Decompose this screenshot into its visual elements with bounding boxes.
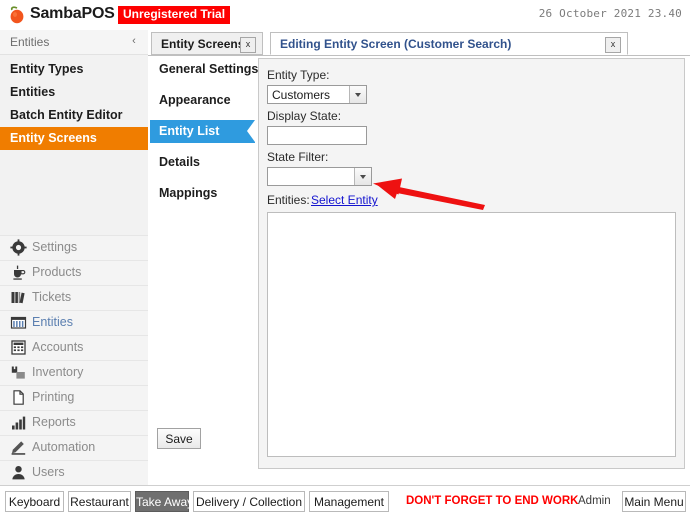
module-label: Settings xyxy=(32,240,78,254)
entities-listbox[interactable] xyxy=(267,212,676,457)
trial-badge: Unregistered Trial xyxy=(118,6,231,24)
work-period-warning: DON'T FORGET TO END WORK PERIOD xyxy=(406,495,578,507)
module-label: Tickets xyxy=(32,290,72,304)
tab-label: Entity Screens xyxy=(161,37,245,51)
tomato-logo-icon xyxy=(6,4,28,26)
module-settings[interactable]: Settings xyxy=(0,235,148,260)
module-users[interactable]: Users xyxy=(0,460,148,485)
module-printing[interactable]: Printing xyxy=(0,385,148,410)
entity-type-value: Customers xyxy=(272,88,331,102)
display-state-input[interactable] xyxy=(267,126,367,145)
editor-nav-details[interactable]: Details xyxy=(150,151,255,174)
sidebar-item-entity-screens[interactable]: Entity Screens xyxy=(0,127,148,150)
entity-type-combo[interactable]: Customers xyxy=(267,85,367,104)
taskbar-button-keyboard[interactable]: Keyboard xyxy=(5,491,64,512)
module-inventory[interactable]: Inventory xyxy=(0,360,148,385)
left-sidebar: Entities ‹ Entity Types Entities Batch E… xyxy=(0,30,149,485)
editor-nav-mappings[interactable]: Mappings xyxy=(150,182,255,205)
entities-label: Entities: xyxy=(267,193,310,207)
selection-notch-icon xyxy=(247,120,255,142)
tab-strip: Entity Screens x Editing Entity Screen (… xyxy=(148,30,690,56)
display-state-label: Display State: xyxy=(267,109,342,123)
current-user-label: Admin xyxy=(578,495,611,507)
module-label: Accounts xyxy=(32,340,84,354)
state-filter-combo[interactable] xyxy=(267,167,372,186)
chevron-down-glyph xyxy=(360,175,366,179)
brand-title: SambaPOS xyxy=(30,5,115,22)
module-label: Automation xyxy=(32,440,96,454)
taskbar-button-delivery-collection[interactable]: Delivery / Collection xyxy=(193,491,305,512)
sidebar-item-entity-types[interactable]: Entity Types xyxy=(0,58,148,81)
select-entity-link[interactable]: Select Entity xyxy=(311,193,378,207)
module-list: Settings Products Tickets Entities Accou… xyxy=(0,235,148,485)
close-icon[interactable]: x xyxy=(240,37,256,53)
editor-content: General Settings Appearance Entity List … xyxy=(148,56,690,485)
sidebar-title: Entities xyxy=(10,35,50,49)
module-label: Printing xyxy=(32,390,75,404)
main-menu-button[interactable]: Main Menu xyxy=(622,491,686,512)
module-reports[interactable]: Reports xyxy=(0,410,148,435)
page-icon xyxy=(10,389,27,406)
module-label: Entities xyxy=(32,315,73,329)
calculator-icon xyxy=(10,339,27,356)
sidebar-header: Entities ‹ xyxy=(0,30,148,55)
tab-entity-screens[interactable]: Entity Screens x xyxy=(151,32,263,55)
module-accounts[interactable]: Accounts xyxy=(0,335,148,360)
tab-label: Editing Entity Screen (Customer Search) xyxy=(280,37,512,51)
module-tickets[interactable]: Tickets xyxy=(0,285,148,310)
chevron-down-glyph xyxy=(355,93,361,97)
tab-editing-entity-screen[interactable]: Editing Entity Screen (Customer Search) … xyxy=(270,32,628,55)
save-button[interactable]: Save xyxy=(157,428,201,449)
close-icon[interactable]: x xyxy=(605,37,621,53)
module-products[interactable]: Products xyxy=(0,260,148,285)
taskbar-button-take-away[interactable]: Take Away xyxy=(135,491,193,512)
top-bar: SambaPOS Unregistered Trial 26 October 2… xyxy=(0,0,690,30)
chevron-left-icon[interactable]: ‹ xyxy=(126,33,142,50)
gear-icon xyxy=(10,239,27,256)
module-label: Products xyxy=(32,265,82,279)
bar-chart-icon xyxy=(10,414,27,431)
module-automation[interactable]: Automation xyxy=(0,435,148,460)
books-icon xyxy=(10,289,27,306)
entity-type-label: Entity Type: xyxy=(267,68,330,82)
sidebar-nav: Entity Types Entities Batch Entity Edito… xyxy=(0,55,148,150)
module-label: Reports xyxy=(32,415,76,429)
module-label: Inventory xyxy=(32,365,84,379)
cup-icon xyxy=(10,264,27,281)
taskbar-button-management[interactable]: Management xyxy=(309,491,389,512)
editor-nav-label: Entity List xyxy=(159,124,220,138)
entity-list-form-panel: Entity Type: Customers Display State: St… xyxy=(258,58,685,469)
editor-nav-entity-list[interactable]: Entity List xyxy=(150,120,255,143)
module-label: Users xyxy=(32,465,65,479)
pencil-icon xyxy=(10,439,27,456)
editor-nav-general-settings[interactable]: General Settings xyxy=(150,58,258,81)
bottom-taskbar: Keyboard Restaurant Take Away Delivery /… xyxy=(0,485,690,517)
editor-nav: General Settings Appearance Entity List … xyxy=(150,58,258,470)
app-window: SambaPOS Unregistered Trial 26 October 2… xyxy=(0,0,690,517)
sidebar-item-entities[interactable]: Entities xyxy=(0,81,148,104)
state-filter-label: State Filter: xyxy=(267,150,329,164)
person-icon xyxy=(10,464,27,481)
grid-icon xyxy=(10,314,27,331)
module-entities[interactable]: Entities xyxy=(0,310,148,335)
boxes-icon xyxy=(10,364,27,381)
editor-nav-appearance[interactable]: Appearance xyxy=(150,89,255,112)
sidebar-item-batch-entity-editor[interactable]: Batch Entity Editor xyxy=(0,104,148,127)
taskbar-button-restaurant[interactable]: Restaurant xyxy=(68,491,131,512)
clock-label: 26 October 2021 23.40 xyxy=(538,7,682,20)
